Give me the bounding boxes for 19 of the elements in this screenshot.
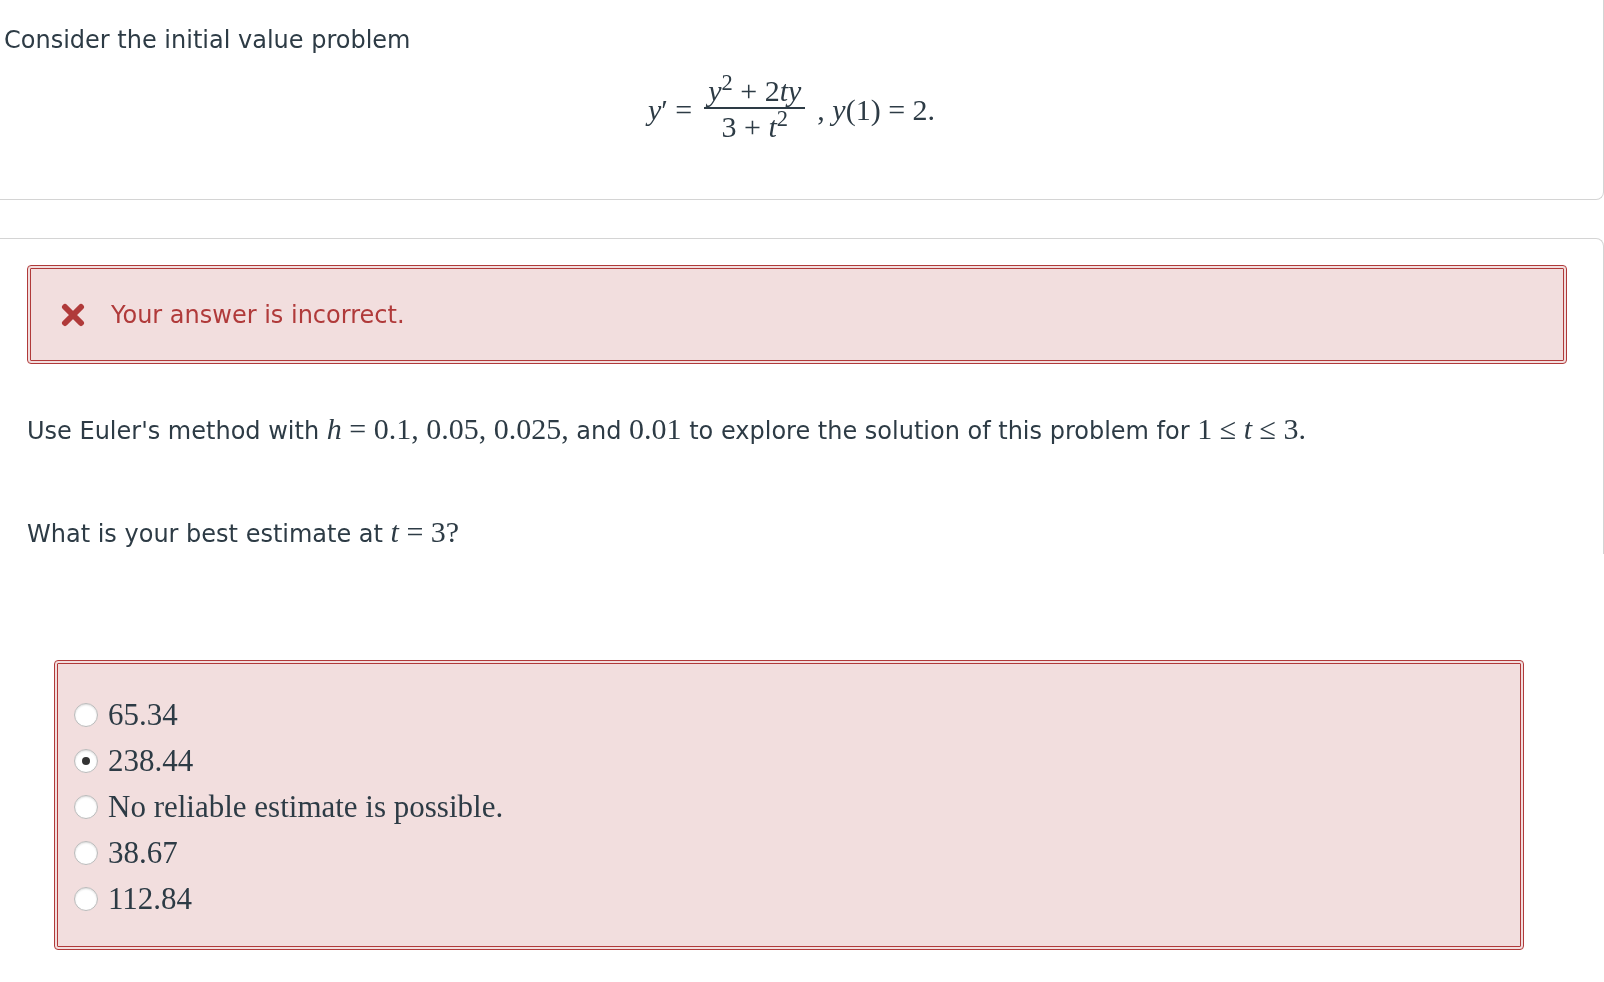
equation-condition: , y(1) = 2. (817, 92, 936, 128)
radio-button[interactable] (74, 841, 98, 865)
intro-text: Consider the initial value problem (3, 25, 412, 56)
option-label: 65.34 (108, 695, 178, 734)
question-text: What is your best estimate at t = 3? (27, 514, 461, 550)
option-label: 112.84 (108, 879, 193, 918)
option-label: 38.67 (108, 833, 178, 872)
cross-icon (61, 302, 85, 327)
radio-button[interactable] (74, 749, 98, 773)
radio-button[interactable] (74, 795, 98, 819)
radio-button[interactable] (74, 887, 98, 911)
feedback-message: Your answer is incorrect. (111, 299, 405, 331)
radio-button[interactable] (74, 703, 98, 727)
option-label: No reliable estimate is possible. (108, 787, 504, 826)
fraction-numerator: y$^{2}$ + 2ty (704, 74, 806, 109)
option-label: 238.44 (108, 741, 194, 780)
equation-lhs: y′ = (647, 92, 693, 128)
fraction-denominator: 3 + t$^{2}$ (721, 109, 789, 145)
instruction-text: Use Euler's method with h = 0.1, 0.05, 0.025, and 0.01 to explore the solution of this problem for 1 ≤ t ≤ 3. (27, 411, 1307, 447)
